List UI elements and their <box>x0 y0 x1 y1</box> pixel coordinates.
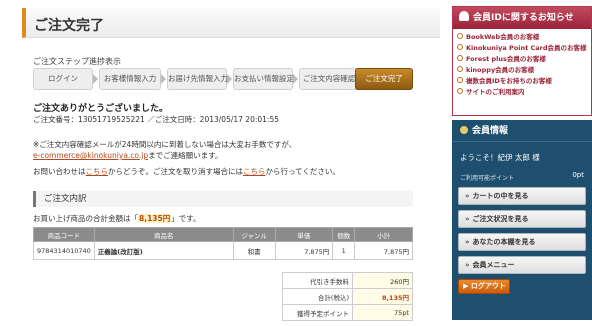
inquiry-notice: お問い合わせはこちらからどうぞ。ご注文を取り消す場合にはこちらから行ってください… <box>33 167 340 176</box>
notice-link-forest-plus[interactable]: Forest plus会員のお客様 <box>457 54 587 65</box>
thanks-message: ご注文ありがとうございました。 <box>33 104 169 114</box>
chevron-right-icon: » <box>465 261 470 269</box>
person-icon <box>460 126 468 134</box>
total-message: お買い上げ商品の合計金額は「8,135円」です。 <box>33 214 201 223</box>
product-code: 9784314010740 <box>33 241 95 260</box>
col-product-name: 商品名 <box>93 227 234 242</box>
member-menu-button[interactable]: » 会員メニュー <box>458 256 586 274</box>
member-heading: 会員情報 <box>452 120 592 142</box>
chevron-right-icon <box>457 66 463 72</box>
logout-button[interactable]: ▶ ログアウト <box>458 279 510 294</box>
total-label: 合計(税込) <box>282 288 353 305</box>
total-amount: 8,135円 <box>138 214 172 223</box>
col-unit-price: 単価 <box>274 227 334 242</box>
page-title: ご注文完了 <box>34 18 104 34</box>
total-value: 8,135円 <box>352 288 413 305</box>
notice-link-bookweb[interactable]: BookWeb会員のお客様 <box>457 32 587 43</box>
steps-label: ご注文ステップ進捗表示 <box>33 57 121 66</box>
col-subtotal: 小計 <box>354 227 413 242</box>
summary-row-total: 合計(税込) 8,135円 <box>282 288 413 305</box>
table-row: 9784314010740 正義論(改訂版) 和書 7,875円 1 7,875… <box>33 241 413 260</box>
product-genre: 和書 <box>232 241 276 260</box>
page-header: ご注文完了 <box>22 8 440 38</box>
product-name: 正義論(改訂版) <box>93 241 234 260</box>
order-status-button[interactable]: » ご注文状況を見る <box>458 210 586 228</box>
notice-link-multiple-ids[interactable]: 複数会員IDをお持ちのお客様 <box>457 76 587 87</box>
member-menu: » カートの中を見る » ご注文状況を見る » あなたの本棚を見る » 会員メニュー <box>452 183 592 283</box>
chevron-right-icon <box>457 77 463 83</box>
available-points-value: 0pt <box>572 171 584 179</box>
order-details-heading: ご注文内訳 <box>33 191 413 207</box>
chevron-right-icon <box>457 55 463 61</box>
table-header-row: 商品コード 商品名 ジャンル 単価 個数 小計 <box>33 227 413 242</box>
step-order-review: ご注文内容確認 <box>299 68 364 90</box>
notice-list: BookWeb会員のお客様 Kinokuniya Point Card会員のお客… <box>453 29 591 101</box>
bell-icon <box>459 11 469 21</box>
notice-heading: 会員IDに関するお知らせ <box>453 7 591 29</box>
notice-link-point-card[interactable]: Kinokuniya Point Card会員のお客様 <box>457 43 587 54</box>
chevron-right-icon <box>457 33 463 39</box>
step-login: ログイン <box>33 68 98 90</box>
notice-link-kinoppy[interactable]: kinoppy会員のお客様 <box>457 65 587 76</box>
cod-fee-value: 260円 <box>352 272 413 289</box>
email-notice: ※ご注文内容確認メールが24時間以内に到着しない場合は大変お手数ですが、 <box>33 140 297 149</box>
col-product-code: 商品コード <box>33 227 95 242</box>
chevron-right-icon <box>457 88 463 94</box>
member-id-notice-box: 会員IDに関するお知らせ BookWeb会員のお客様 Kinokuniya Po… <box>452 6 592 116</box>
arrow-right-icon: ▶ <box>463 282 469 290</box>
sidebar: 会員IDに関するお知らせ BookWeb会員のお客様 Kinokuniya Po… <box>452 0 592 326</box>
col-genre: ジャンル <box>232 227 276 242</box>
view-cart-button[interactable]: » カートの中を見る <box>458 187 586 205</box>
bookshelf-button[interactable]: » あなたの本棚を見る <box>458 233 586 251</box>
chevron-right-icon: » <box>465 238 470 246</box>
step-delivery-info: お届け先情報入力 <box>167 68 232 90</box>
chevron-right-icon: » <box>465 192 470 200</box>
order-items-table: 商品コード 商品名 ジャンル 単価 個数 小計 9784314010740 正義… <box>33 227 413 260</box>
step-order-complete: ご注文完了 <box>355 68 413 90</box>
support-email-link[interactable]: e-commerce@kinokuniya.co.jp <box>33 151 148 160</box>
chevron-right-icon <box>457 44 463 50</box>
col-quantity: 個数 <box>332 227 356 242</box>
order-steps: ログイン お客様情報入力 お届け先情報入力 お支払い情報設定 ご注文内容確認 ご… <box>33 68 413 90</box>
order-summary-table: 代引き手数料 260円 合計(税込) 8,135円 獲得予定ポイント 75pt <box>282 272 413 321</box>
summary-row-cod-fee: 代引き手数料 260円 <box>282 272 413 289</box>
points-label: 獲得予定ポイント <box>282 304 353 321</box>
order-number-date: ご注文番号：13051719525221 ／ご注文日時：2013/05/17 2… <box>33 115 279 124</box>
member-info-box: 会員情報 ようこそ！紀伊 太郎 様 ご利用可能ポイント 0pt » カートの中を見… <box>452 120 592 320</box>
subtotal: 7,875円 <box>354 241 413 260</box>
quantity: 1 <box>332 241 356 260</box>
cancel-order-link[interactable]: こちら <box>243 167 266 176</box>
summary-row-points: 獲得予定ポイント 75pt <box>282 304 413 321</box>
chevron-right-icon: » <box>465 215 470 223</box>
unit-price: 7,875円 <box>274 241 334 260</box>
step-customer-info: お客様情報入力 <box>99 68 166 90</box>
points-value: 75pt <box>352 304 413 321</box>
welcome-text: ようこそ！紀伊 太郎 様 <box>460 153 540 162</box>
notice-link-site-guide[interactable]: サイトのご利用案内 <box>457 87 587 98</box>
cod-fee-label: 代引き手数料 <box>282 272 353 289</box>
step-payment-info: お支払い情報設定 <box>233 68 298 90</box>
email-contact: e-commerce@kinokuniya.co.jpまでご連絡願います。 <box>33 151 223 160</box>
available-points: ご利用可能ポイント 0pt <box>460 171 584 182</box>
inquiry-link[interactable]: こちら <box>86 167 109 176</box>
main-content: ご注文完了 ご注文ステップ進捗表示 ログイン お客様情報入力 お届け先情報入力 … <box>0 0 445 326</box>
